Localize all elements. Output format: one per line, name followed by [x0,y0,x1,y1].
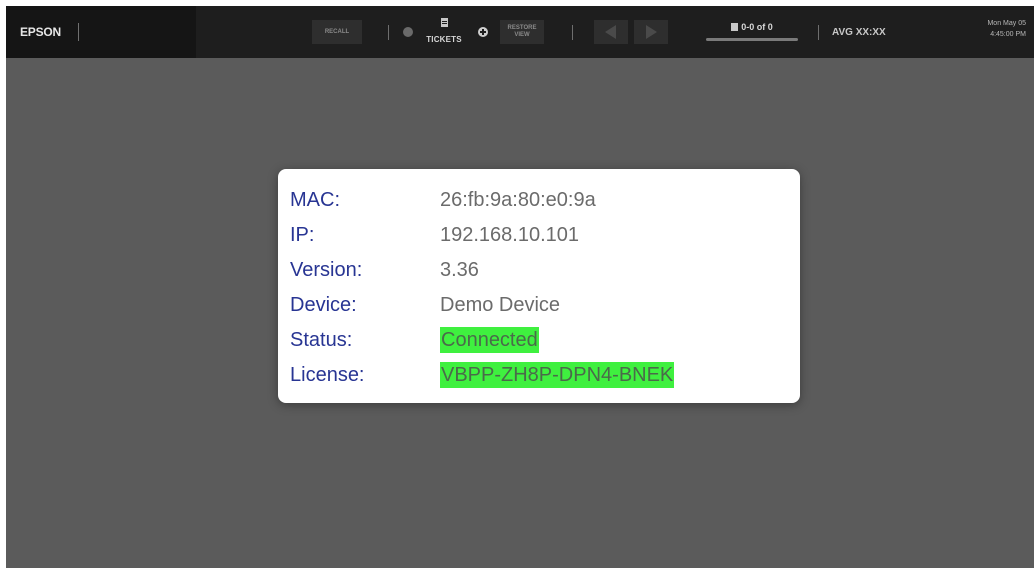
plus-circle-icon[interactable] [478,27,488,37]
restore-label-line2: VIEW [514,32,530,38]
mac-label: MAC: [290,189,340,211]
device-value: Demo Device [440,294,561,316]
pager: 0-0 of 0 [706,22,798,41]
info-row-version: Version: 3.36 [290,254,790,286]
ip-value: 192.168.10.101 [440,224,580,246]
info-row-ip: IP: 192.168.10.101 [290,219,790,251]
license-value: VBPP-ZH8P-DPN4-BNEK [440,362,675,388]
document-icon [731,23,739,31]
ticket-icon [440,18,448,27]
average-time: AVG XX:XX [832,27,886,38]
license-label: License: [290,364,365,386]
recall-button[interactable]: RECALL [312,20,362,44]
logo-area: EPSON [6,6,196,58]
toolbar-divider [388,25,389,40]
date-text: Mon May 05 [987,20,1026,27]
device-info-dialog: MAC: 26:fb:9a:80:e0:9a IP: 192.168.10.10… [278,169,800,403]
version-value: 3.36 [440,259,479,281]
tickets-button[interactable]: TICKETS [424,18,464,47]
top-bar: EPSON RECALL TICKETS RESTORE VIEW 0-0 of… [6,6,1034,58]
app-frame: EPSON RECALL TICKETS RESTORE VIEW 0-0 of… [6,6,1034,568]
info-row-status: Status: Connected [290,324,790,356]
epson-logo: EPSON [20,25,62,39]
device-label: Device: [290,294,357,316]
ip-label: IP: [290,224,315,246]
tickets-label: TICKETS [426,35,462,44]
version-label: Version: [290,259,363,281]
circle-icon[interactable] [403,27,413,37]
arrow-left-icon [605,25,616,39]
toolbar-divider [818,25,819,40]
status-value: Connected [440,327,539,353]
arrow-right-icon [646,25,657,39]
logo-divider [78,23,79,41]
clock: Mon May 05 4:45:00 PM [987,18,1026,40]
time-text: 4:45:00 PM [990,31,1026,38]
prev-page-button[interactable] [594,20,628,44]
next-page-button[interactable] [634,20,668,44]
restore-view-button[interactable]: RESTORE VIEW [500,20,544,44]
toolbar-divider [572,25,573,40]
pager-text: 0-0 of 0 [741,22,773,32]
pager-scrollbar[interactable] [706,38,798,41]
info-row-device: Device: Demo Device [290,289,790,321]
mac-value: 26:fb:9a:80:e0:9a [440,189,596,211]
restore-label-line1: RESTORE [507,25,537,31]
info-row-license: License: VBPP-ZH8P-DPN4-BNEK [290,359,790,391]
pager-row: 0-0 of 0 [706,22,798,32]
info-row-mac: MAC: 26:fb:9a:80:e0:9a [290,184,790,216]
status-label: Status: [290,329,353,351]
